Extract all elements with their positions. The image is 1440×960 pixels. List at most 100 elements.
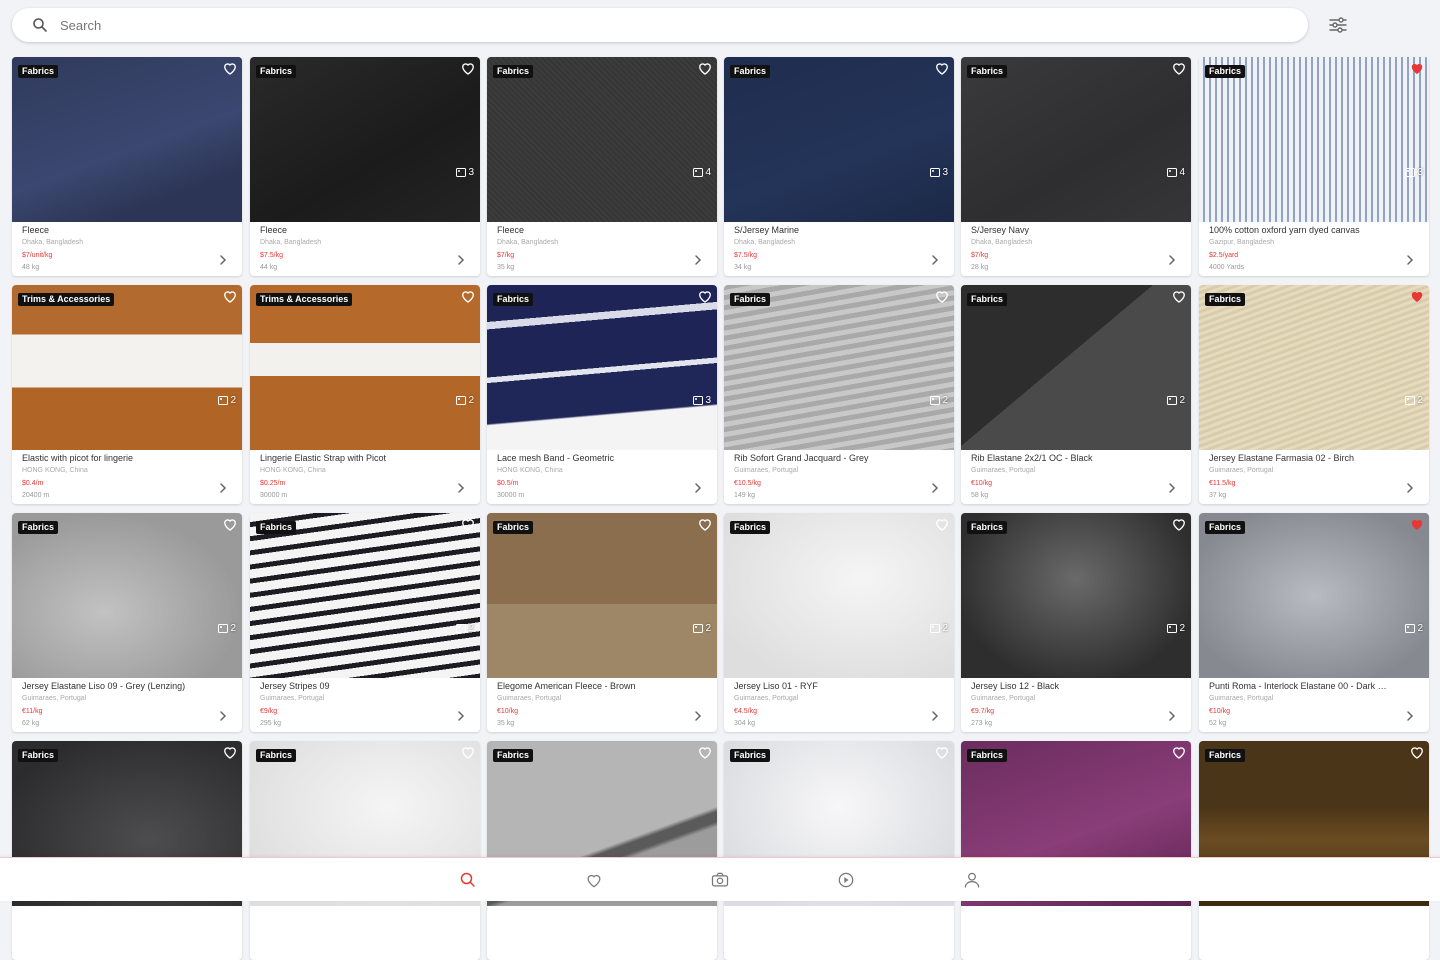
favorite-button[interactable] [1408,515,1426,533]
favorite-button[interactable] [221,59,239,77]
product-image[interactable] [487,513,717,678]
product-image[interactable] [724,285,954,450]
product-card[interactable]: Trims & Accessories 2 Lingerie Elastic Str… [250,285,480,504]
favorite-button[interactable] [1170,59,1188,77]
open-product-button[interactable] [693,709,703,721]
product-image[interactable] [250,57,480,222]
product-card[interactable]: Fabrics 2 Jersey Liso 01 - RYF Guimaraes, P… [724,513,954,732]
product-image[interactable] [961,285,1191,450]
product-image[interactable] [12,57,242,222]
product-price: €10.5/kg [734,480,761,487]
favorite-button[interactable] [459,59,477,77]
nav-favorites[interactable] [584,870,604,890]
open-product-button[interactable] [1167,253,1177,265]
product-card[interactable]: Fabrics [250,741,480,960]
nav-search[interactable] [458,870,478,890]
open-product-button[interactable] [218,253,228,265]
favorite-button[interactable] [696,743,714,761]
photo-count-value: 3 [942,167,948,178]
open-product-button[interactable] [1405,709,1415,721]
open-product-button[interactable] [930,253,940,265]
filter-button[interactable] [1322,9,1354,41]
open-product-button[interactable] [1167,709,1177,721]
open-product-button[interactable] [456,709,466,721]
product-card[interactable]: Fabrics 2 Jersey Stripes 09 Guimaraes, Port… [250,513,480,732]
product-image[interactable] [250,285,480,450]
product-image[interactable] [724,57,954,222]
favorite-button[interactable] [696,515,714,533]
favorite-button[interactable] [1170,743,1188,761]
product-card[interactable]: Fabrics 2 Punti Roma - Interlock Elastane … [1199,513,1429,732]
open-product-button[interactable] [693,481,703,493]
open-product-button[interactable] [1405,253,1415,265]
product-title: Elastic with picot for lingerie [22,453,134,463]
favorite-button[interactable] [933,743,951,761]
favorite-button[interactable] [933,59,951,77]
product-card[interactable]: Fabrics 3 Fleece Dhaka, Bangladesh $7.5/kg 44… [250,57,480,276]
product-card[interactable]: Fabrics [12,741,242,960]
product-card[interactable]: Fabrics 3 S/Jersey Marine Dhaka, Bangladesh… [724,57,954,276]
product-image[interactable] [487,57,717,222]
product-image[interactable] [250,513,480,678]
favorite-button[interactable] [1408,59,1426,77]
product-card[interactable]: Fabrics 4 Fleece Dhaka, Bangladesh $7/kg 35 k… [487,57,717,276]
search-icon [460,872,475,887]
product-image[interactable] [961,513,1191,678]
open-product-button[interactable] [218,709,228,721]
favorite-button[interactable] [1170,287,1188,305]
open-product-button[interactable] [930,481,940,493]
search-input[interactable] [58,16,1308,34]
product-card[interactable]: Fabrics 2 Jersey Liso 12 - Black Guimaraes,… [961,513,1191,732]
favorite-button[interactable] [221,515,239,533]
nav-profile[interactable] [962,870,982,890]
product-image[interactable] [12,285,242,450]
product-card[interactable]: Fabrics 2 Rib Sofort Grand Jacquard - Grey… [724,285,954,504]
product-card[interactable]: Fabrics 2 Elegome American Fleece - Brown G… [487,513,717,732]
product-image[interactable] [1199,57,1429,222]
open-product-button[interactable] [1405,481,1415,493]
favorite-button[interactable] [459,515,477,533]
product-image[interactable] [1199,513,1429,678]
product-card[interactable]: Fabrics [487,741,717,960]
open-product-button[interactable] [693,253,703,265]
product-card[interactable]: Fabrics Fleece Dhaka, Bangladesh $7/unit/kg… [12,57,242,276]
product-price: $7/kg [971,252,989,259]
favorite-button[interactable] [221,743,239,761]
product-card[interactable]: Trims & Accessories 2 Elastic with picot f… [12,285,242,504]
favorite-button[interactable] [933,515,951,533]
favorite-button[interactable] [696,287,714,305]
favorite-button[interactable] [459,287,477,305]
product-price: €9/kg [260,708,278,715]
product-card[interactable]: Fabrics 3 Lace mesh Band - Geometric HONG K… [487,285,717,504]
product-card[interactable]: Fabrics [1199,741,1429,960]
favorite-button[interactable] [459,743,477,761]
product-image[interactable] [724,513,954,678]
open-product-button[interactable] [1167,481,1177,493]
nav-video[interactable] [836,870,856,890]
product-card[interactable]: Fabrics 2 Jersey Elastane Liso 09 - Grey (… [12,513,242,732]
product-image[interactable] [12,513,242,678]
favorite-button[interactable] [1408,287,1426,305]
product-card[interactable]: Fabrics 3 100% cotton oxford yarn dyed can… [1199,57,1429,276]
product-card[interactable]: Fabrics [961,741,1191,960]
open-product-button[interactable] [930,709,940,721]
favorite-button[interactable] [1408,743,1426,761]
product-image[interactable] [487,285,717,450]
product-card[interactable]: Fabrics 4 S/Jersey Navy Dhaka, Bangladesh $7… [961,57,1191,276]
open-product-button[interactable] [456,481,466,493]
product-card[interactable]: Fabrics 2 Jersey Elastane Farmasia 02 - Bi… [1199,285,1429,504]
nav-camera[interactable] [710,870,730,890]
product-card[interactable]: Fabrics [724,741,954,960]
product-image[interactable] [961,57,1191,222]
product-image[interactable] [1199,285,1429,450]
product-price: $7.5/kg [734,252,757,259]
search-bar[interactable] [12,8,1308,42]
favorite-button[interactable] [1170,515,1188,533]
open-product-button[interactable] [456,253,466,265]
favorite-button[interactable] [933,287,951,305]
product-price: $7/kg [497,252,515,259]
product-card[interactable]: Fabrics 2 Rib Elastane 2x2/1 OC - Black Gui… [961,285,1191,504]
favorite-button[interactable] [221,287,239,305]
favorite-button[interactable] [696,59,714,77]
open-product-button[interactable] [218,481,228,493]
